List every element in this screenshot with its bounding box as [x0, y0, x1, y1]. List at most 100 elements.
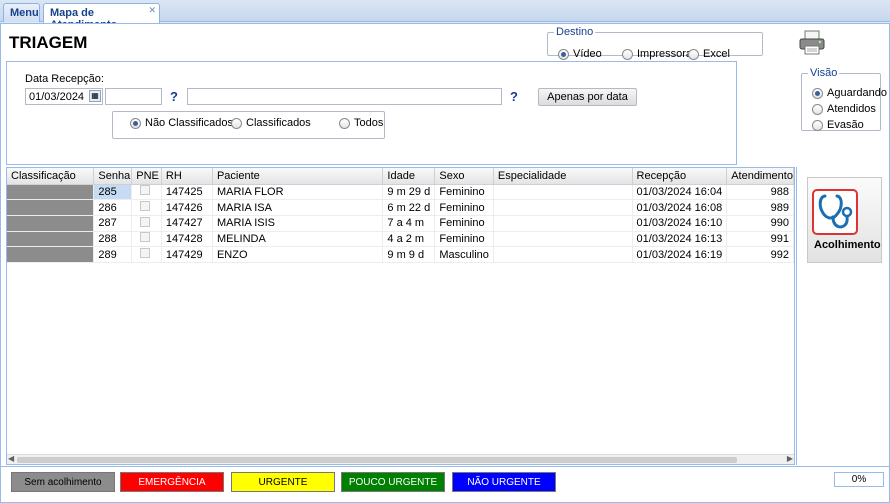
destino-group: Destino Vídeo Impressora Excel — [547, 26, 763, 60]
tab-menu[interactable]: Menu — [3, 3, 40, 22]
recepcao-cell: 01/03/2024 16:10 — [632, 215, 728, 232]
data-recepcao-label: Data Recepção: — [25, 73, 104, 85]
paciente-cell: MARIA FLOR — [212, 184, 384, 201]
todos-radio[interactable]: Todos — [339, 117, 383, 129]
senha-cell: 287 — [93, 215, 133, 232]
visao-atendidos-radio[interactable]: Atendidos — [812, 103, 876, 115]
main-panel: TRIAGEM Destino Vídeo Impressora Excel D… — [0, 23, 890, 503]
radio-selected-icon — [558, 48, 569, 60]
pne-checkbox[interactable] — [140, 232, 151, 243]
recepcao-cell: 01/03/2024 16:19 — [632, 246, 728, 263]
printer-icon — [799, 30, 825, 55]
print-button[interactable] — [797, 29, 827, 56]
table-row[interactable]: 285 147425 MARIA FLOR 9 m 29 d Feminino 01/03… — [7, 184, 794, 201]
radio-selected-icon — [812, 87, 823, 99]
column-header[interactable]: Atendimento — [726, 168, 794, 185]
visao-evasao-label: Evasão — [827, 119, 864, 131]
rh-cell: 147429 — [161, 246, 213, 263]
pne-checkbox[interactable] — [140, 201, 151, 212]
todos-label: Todos — [354, 117, 384, 129]
rh-cell: 147427 — [161, 215, 213, 232]
destino-excel-radio[interactable]: Excel — [688, 48, 730, 60]
legend-swatch: Sem acolhimento — [11, 472, 115, 492]
table-header-row: Classificação Senha PNE RH Paciente Idade Sexo… — [7, 168, 794, 185]
table-row[interactable]: 286 147426 MARIA ISA 6 m 22 d Feminino 01/03/… — [7, 199, 794, 216]
rh-cell: 147428 — [161, 231, 213, 248]
sexo-cell: Masculino — [434, 246, 494, 263]
visao-atendidos-label: Atendidos — [827, 103, 876, 115]
destino-impressora-radio[interactable]: Impressora — [622, 48, 692, 60]
recepcao-cell: 01/03/2024 16:08 — [632, 199, 728, 216]
scroll-right-icon[interactable]: ▶ — [787, 454, 793, 463]
especialidade-cell — [493, 246, 633, 263]
atendimento-cell: 992 — [726, 246, 794, 263]
destino-legend: Destino — [556, 26, 594, 38]
radio-icon — [812, 103, 823, 115]
table-row[interactable]: 288 147428 MELINDA 4 a 2 m Feminino 01/03/202… — [7, 231, 794, 248]
patients-grid[interactable]: Classificação Senha PNE RH Paciente Idade Sexo… — [6, 167, 795, 465]
codigo-field[interactable] — [105, 88, 162, 105]
descricao-field[interactable] — [187, 88, 502, 105]
visao-aguardando-radio[interactable]: Aguardando — [812, 87, 887, 99]
acolhimento-label: Acolhimento — [814, 239, 881, 251]
close-icon[interactable]: ✕ — [148, 5, 156, 16]
recepcao-cell: 01/03/2024 16:13 — [632, 231, 728, 248]
filter-panel: Data Recepção: 01/03/2024 ▦ ? ? Apenas p… — [6, 61, 737, 165]
legend-swatch: EMERGÊNCIA — [120, 472, 224, 492]
divider — [796, 167, 797, 465]
classificados-radio[interactable]: Classificados — [231, 117, 311, 129]
stethoscope-icon — [812, 189, 858, 235]
destino-video-label: Vídeo — [573, 48, 602, 60]
radio-icon — [231, 117, 242, 129]
legend-swatch: POUCO URGENTE — [341, 472, 445, 492]
apenas-por-data-button[interactable]: Apenas por data — [538, 88, 637, 106]
acolhimento-button[interactable]: Acolhimento — [807, 177, 882, 263]
radio-icon — [812, 119, 823, 131]
senha-cell: 289 — [93, 246, 133, 263]
scroll-left-icon[interactable]: ◀ — [8, 454, 14, 463]
rh-cell: 147426 — [161, 199, 213, 216]
visao-evasao-radio[interactable]: Evasão — [812, 119, 864, 131]
senha-cell: 285 — [93, 184, 133, 201]
classificacao-cell — [7, 184, 95, 201]
tab-menu-label: Menu — [10, 7, 39, 19]
especialidade-cell — [493, 231, 633, 248]
column-header[interactable]: Sexo — [434, 168, 494, 185]
pne-checkbox[interactable] — [140, 185, 151, 196]
classificados-label: Classificados — [246, 117, 311, 129]
column-header[interactable]: Especialidade — [493, 168, 633, 185]
radio-selected-icon — [130, 117, 141, 129]
column-header[interactable]: Recepção — [632, 168, 728, 185]
column-header[interactable]: Idade — [382, 168, 436, 185]
classificacao-cell — [7, 246, 95, 263]
classificacao-filter-group: Não Classificados Classificados Todos — [112, 111, 385, 139]
atendimento-cell: 990 — [726, 215, 794, 232]
data-recepcao-field[interactable]: 01/03/2024 ▦ — [25, 88, 103, 105]
sexo-cell: Feminino — [434, 199, 494, 216]
column-header[interactable]: Senha — [93, 168, 133, 185]
tab-mapa-atendimento[interactable]: Mapa de Atendimento ✕ — [43, 3, 160, 31]
classificacao-cell — [7, 199, 95, 216]
horizontal-scrollbar[interactable]: ◀ ▶ — [7, 454, 794, 464]
calendar-icon[interactable]: ▦ — [89, 90, 101, 102]
especialidade-cell — [493, 184, 633, 201]
radio-icon — [688, 48, 699, 60]
scroll-thumb[interactable] — [17, 457, 737, 463]
legend-bar: Sem acolhimento EMERGÊNCIA URGENTE POUCO UR… — [1, 466, 889, 502]
especialidade-cell — [493, 199, 633, 216]
column-header[interactable]: Classificação — [7, 168, 95, 185]
pne-checkbox[interactable] — [140, 216, 151, 227]
column-header[interactable]: RH — [161, 168, 213, 185]
table-row[interactable]: 287 147427 MARIA ISIS 7 a 4 m Feminino 01/03/… — [7, 215, 794, 232]
help-icon[interactable]: ? — [506, 89, 522, 105]
pne-checkbox[interactable] — [140, 248, 151, 259]
help-icon[interactable]: ? — [166, 89, 182, 105]
column-header[interactable]: PNE — [131, 168, 162, 185]
destino-excel-label: Excel — [703, 48, 730, 60]
table-row[interactable]: 289 147429 ENZO 9 m 9 d Masculino 01/03/2024 … — [7, 246, 794, 263]
nao-classificados-radio[interactable]: Não Classificados — [130, 117, 233, 129]
rh-cell: 147425 — [161, 184, 213, 201]
column-header[interactable]: Paciente — [212, 168, 384, 185]
atendimento-cell: 988 — [726, 184, 794, 201]
destino-video-radio[interactable]: Vídeo — [558, 48, 602, 60]
